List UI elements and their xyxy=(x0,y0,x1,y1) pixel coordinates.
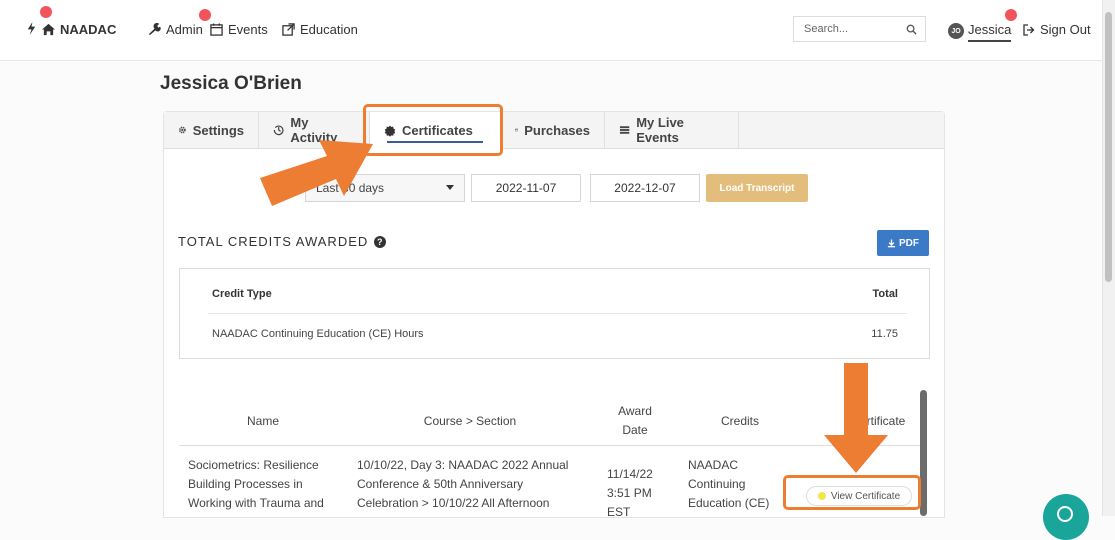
cert-course-cell: 10/10/22, Day 3: NAADAC 2022 Annual Conf… xyxy=(357,456,568,513)
nav-events-link[interactable]: Events xyxy=(210,22,268,37)
cert-course-line: Conference & 50th Anniversary xyxy=(357,477,524,491)
nav-admin-link[interactable]: Admin xyxy=(148,22,203,37)
search-input[interactable]: Search... xyxy=(793,16,905,42)
credits-section-title: TOTAL CREDITS AWARDED ? xyxy=(178,234,387,249)
credit-type-cell: NAADAC Continuing Education (CE) Hours xyxy=(212,328,424,340)
user-menu-link[interactable]: Jessica xyxy=(968,22,1012,42)
cert-name-line: Building Processes in xyxy=(188,477,303,491)
column-header-name: Name xyxy=(246,414,279,428)
column-header-course-section: Course > Section xyxy=(423,414,517,428)
home-icon xyxy=(42,23,55,36)
cert-course-line: 10/10/22, Day 3: NAADAC 2022 Annual xyxy=(357,458,569,472)
column-header-award-date: Award Date xyxy=(600,402,670,440)
avatar[interactable]: JO xyxy=(948,23,964,39)
download-icon xyxy=(887,238,896,247)
notification-dot xyxy=(40,6,52,18)
pdf-button[interactable]: PDF xyxy=(877,230,929,256)
external-link-icon xyxy=(282,23,295,36)
down-arrow-icon xyxy=(824,363,888,473)
nav-education-label: Education xyxy=(300,22,358,37)
end-date-input[interactable]: 2022-12-07 xyxy=(590,174,700,202)
chat-icon xyxy=(1057,506,1073,522)
chat-button[interactable] xyxy=(1043,494,1089,540)
cert-date-line: EST xyxy=(607,505,631,519)
credits-title-label: TOTAL CREDITS AWARDED xyxy=(178,234,369,249)
bolt-icon[interactable] xyxy=(25,22,38,35)
gear-icon xyxy=(179,126,186,134)
credit-total-header: Total xyxy=(872,288,898,300)
award-header-line-1: Award xyxy=(618,404,652,418)
credit-card-icon xyxy=(515,128,519,132)
cert-name-line: Sociometrics: Resilience xyxy=(188,458,319,472)
certificates-tab-highlight xyxy=(363,104,503,156)
scrollbar-thumb[interactable] xyxy=(1105,12,1112,282)
top-navbar: NAADAC Admin Events Education Search... … xyxy=(0,0,1103,61)
tab-purchases[interactable]: Purchases xyxy=(501,112,605,148)
credit-type-header: Credit Type xyxy=(212,288,272,300)
cert-date-line: 11/14/22 xyxy=(607,467,653,481)
credit-total-cell: 11.75 xyxy=(871,328,898,340)
pointer-arrow-icon xyxy=(260,140,373,206)
column-header-credits: Credits xyxy=(720,414,759,428)
tab-my-live-events[interactable]: My Live Events xyxy=(605,112,739,148)
cert-name-line: Working with Trauma and xyxy=(188,496,324,510)
sign-out-link[interactable]: Sign Out xyxy=(1023,22,1091,37)
page-scrollbar[interactable] xyxy=(1102,0,1115,516)
search-icon xyxy=(906,24,917,35)
cert-course-line: Celebration > 10/10/22 All Afternoon xyxy=(357,496,550,510)
notification-dot xyxy=(199,9,211,21)
cert-credits-line: NAADAC xyxy=(688,458,739,472)
search-button[interactable] xyxy=(898,16,926,42)
table-scrollbar[interactable] xyxy=(920,390,927,516)
cert-credits-line: Continuing xyxy=(688,477,746,491)
tab-settings[interactable]: Settings xyxy=(164,112,259,148)
cert-date-line: 3:51 PM xyxy=(607,486,652,500)
chevron-down-icon xyxy=(446,185,454,190)
nav-home-link[interactable]: NAADAC xyxy=(42,22,116,37)
pdf-button-label: PDF xyxy=(899,237,919,249)
cert-name-cell: Sociometrics: Resilience Building Proces… xyxy=(188,456,324,513)
cert-date-cell: 11/14/22 3:51 PM EST xyxy=(607,465,653,522)
page-title: Jessica O'Brien xyxy=(160,73,302,94)
nav-events-label: Events xyxy=(228,22,268,37)
wrench-icon xyxy=(148,23,161,36)
cert-credits-cell: NAADAC Continuing Education (CE) xyxy=(688,456,769,513)
start-date-input[interactable]: 2022-11-07 xyxy=(471,174,581,202)
award-header-line-2: Date xyxy=(622,423,648,437)
nav-brand-label: NAADAC xyxy=(60,22,117,37)
list-icon xyxy=(619,126,630,134)
tab-my-live-events-label: My Live Events xyxy=(636,115,684,145)
notification-dot xyxy=(1005,9,1017,21)
credits-summary-table: Credit Type Total NAADAC Continuing Educ… xyxy=(179,268,930,359)
help-icon[interactable]: ? xyxy=(374,235,387,248)
sign-out-label: Sign Out xyxy=(1040,22,1091,37)
nav-admin-label: Admin xyxy=(166,22,203,37)
calendar-icon xyxy=(210,23,223,36)
divider xyxy=(179,445,920,446)
load-transcript-button[interactable]: Load Transcript xyxy=(706,174,808,202)
view-certificate-highlight xyxy=(783,475,921,510)
divider xyxy=(208,313,907,314)
tab-purchases-label: Purchases xyxy=(524,122,590,138)
sign-out-icon xyxy=(1023,23,1035,36)
tab-settings-label: Settings xyxy=(192,122,244,138)
cert-credits-line: Education (CE) xyxy=(688,496,770,510)
nav-education-link[interactable]: Education xyxy=(282,22,358,37)
